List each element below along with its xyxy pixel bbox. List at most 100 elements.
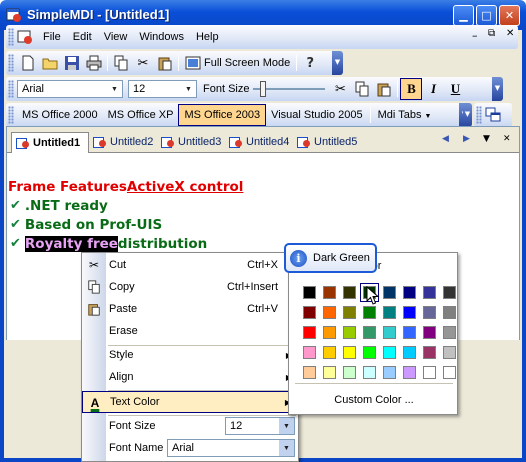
font-size-slider[interactable] [253,80,326,98]
color-swatch[interactable] [303,306,316,319]
menu-item-copy[interactable]: Copy Ctrl+Insert [82,276,298,298]
color-swatch[interactable] [343,286,356,299]
color-swatch[interactable] [443,346,456,359]
chevron-down-icon[interactable]: ▼ [181,81,196,97]
color-swatch[interactable] [383,306,396,319]
grip-handle[interactable] [8,54,14,72]
color-swatch[interactable] [303,286,316,299]
color-swatch[interactable] [343,366,356,379]
color-swatch[interactable] [443,286,456,299]
color-swatch[interactable] [343,346,356,359]
color-swatch[interactable] [343,326,356,339]
toolbar-chevron[interactable]: ▼ [492,77,503,101]
document-content[interactable]: Frame Features ActiveX control ✔ .NET rea… [7,177,243,253]
color-swatch[interactable] [363,326,376,339]
color-swatch[interactable] [403,306,416,319]
style-office2000-button[interactable]: MS Office 2000 [17,104,103,126]
color-swatch[interactable] [343,306,356,319]
tab-untitled1[interactable]: Untitled1 [11,132,89,153]
bold-button[interactable]: B [400,78,423,100]
copy-format-button[interactable] [351,78,373,100]
maximize-button[interactable]: □ [476,5,497,26]
color-swatch[interactable] [403,326,416,339]
color-swatch[interactable] [323,306,336,319]
color-swatch[interactable] [363,306,376,319]
copy-tool-button[interactable] [110,52,132,74]
chevron-down-icon[interactable]: ▼ [279,440,294,456]
grip-handle[interactable] [476,106,482,124]
close-button[interactable]: ✕ [499,5,520,26]
color-swatch[interactable] [403,346,416,359]
color-swatch[interactable] [303,366,316,379]
tab-scroll-left-icon[interactable]: ◀ [442,134,449,144]
mdi-close-icon[interactable]: ✕ [506,28,514,39]
color-swatch[interactable] [363,366,376,379]
full-screen-button[interactable]: Full Screen Mode [181,52,294,74]
mdi-tabs-button[interactable]: Mdi Tabs ▼ [373,104,437,126]
style-officexp-button[interactable]: MS Office XP [103,104,179,126]
color-swatch[interactable] [383,366,396,379]
color-swatch[interactable] [323,326,336,339]
color-swatch[interactable] [323,286,336,299]
menu-item-erase[interactable]: Erase [82,320,298,342]
menu-help[interactable]: Help [190,27,225,47]
menu-item-cut[interactable]: ✂ Cut Ctrl+X [82,254,298,276]
toolbar-chevron[interactable]: ▼ [463,103,472,127]
italic-button[interactable]: I [422,78,444,100]
custom-color-button[interactable]: Custom Color ... [295,390,453,410]
slider-thumb[interactable] [260,81,267,97]
color-swatch[interactable] [403,286,416,299]
style-vs2005-button[interactable]: Visual Studio 2005 [266,104,368,126]
color-swatch[interactable] [403,366,416,379]
menu-item-style[interactable]: Style▶ [82,344,298,366]
color-swatch[interactable] [323,366,336,379]
menu-item-text-color[interactable]: AText Color▶ [82,391,298,413]
grip-handle[interactable] [8,28,14,46]
menu-item-align[interactable]: Align▶ [82,366,298,388]
mdi-minimize-icon[interactable]: – [472,29,478,42]
menu-font-name-combo[interactable]: Arial ▼ [167,439,295,457]
color-swatch[interactable] [363,346,376,359]
color-swatch[interactable] [423,326,436,339]
color-swatch[interactable] [423,306,436,319]
tab-close-icon[interactable]: ✕ [503,134,511,144]
print-button[interactable] [83,52,105,74]
font-size-combo[interactable]: 12 ▼ [128,80,197,98]
minimize-button[interactable]: ▁ [453,5,474,26]
tab-untitled4[interactable]: Untitled4 [225,132,293,152]
menu-item-paste[interactable]: Paste Ctrl+V [82,298,298,320]
color-swatch[interactable] [423,286,436,299]
color-swatch[interactable] [303,346,316,359]
mdi-restore-icon[interactable]: ⧉ [488,28,495,39]
grip-handle[interactable] [8,80,14,98]
tab-untitled2[interactable]: Untitled2 [89,132,157,152]
tab-scroll-right-icon[interactable]: ▶ [463,134,470,144]
paste-format-button[interactable] [373,78,395,100]
menu-edit[interactable]: Edit [67,27,98,47]
chevron-down-icon[interactable]: ▼ [279,418,294,434]
toolbar-chevron[interactable]: ▼ [332,51,343,75]
color-swatch[interactable] [423,366,436,379]
tab-untitled5[interactable]: Untitled5 [293,132,361,152]
color-swatch[interactable] [443,306,456,319]
save-button[interactable] [61,52,83,74]
style-office2003-button[interactable]: MS Office 2003 [178,104,267,126]
tab-list-icon[interactable]: ▼ [483,134,490,144]
color-swatch[interactable] [383,286,396,299]
color-swatch[interactable] [323,346,336,359]
underline-button[interactable]: U [444,78,466,100]
color-swatch[interactable] [443,366,456,379]
open-button[interactable] [39,52,61,74]
color-swatch[interactable] [423,346,436,359]
activex-link[interactable]: ActiveX control [127,179,244,195]
menu-windows[interactable]: Windows [133,27,190,47]
menu-font-size-combo[interactable]: 12 ▼ [225,417,295,435]
new-button[interactable] [17,52,39,74]
menu-view[interactable]: View [98,27,134,47]
cascade-windows-icon[interactable] [485,107,501,123]
help-button[interactable]: ? [299,52,321,74]
cut-format-button[interactable]: ✂ [329,78,351,100]
color-swatch[interactable] [383,326,396,339]
grip-handle[interactable] [8,106,14,124]
font-name-combo[interactable]: Arial ▼ [17,80,123,98]
